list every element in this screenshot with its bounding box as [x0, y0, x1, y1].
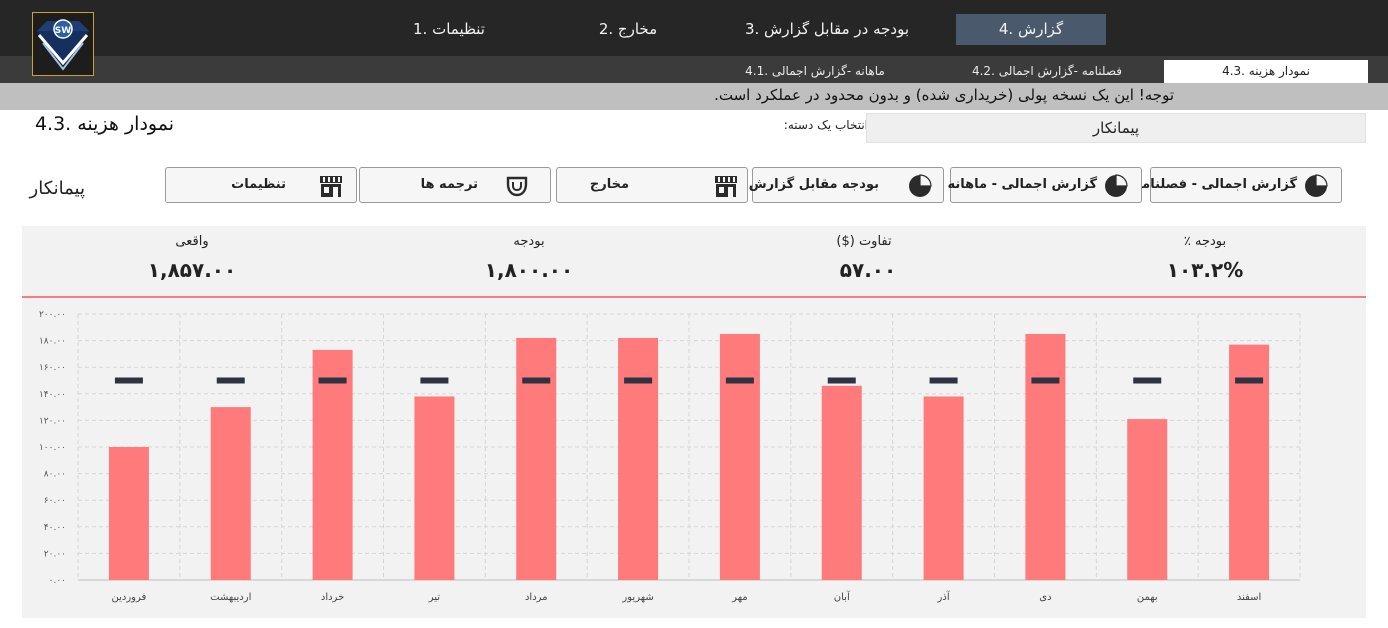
y-tick-label: ۲۰۰.۰۰: [39, 310, 66, 320]
budget-marker: [725, 377, 754, 384]
nav-tab-settings[interactable]: تنظیمات .1: [364, 14, 534, 45]
logo-text: SW: [55, 26, 71, 36]
budget-marker: [1235, 377, 1264, 384]
translations-button[interactable]: ترجمه ها: [359, 167, 551, 203]
budget-marker: [929, 377, 958, 384]
app-logo: SW: [32, 12, 94, 76]
kpi-budget-value: ۱,۸۰۰.۰۰: [484, 258, 574, 282]
sub-navigation-bar: ماهانه -گزارش اجمالی .4.1 فصلنامه -گزارش…: [0, 56, 1388, 83]
diamond-logo-icon: SW: [37, 19, 89, 71]
bar-chart: ۰.۰۰ ۲۰.۰۰ ۴۰.۰۰ ۶۰.۰۰ ۸۰.۰۰ ۱۰۰.۰۰ ۱۲۰.۰۰ ۱۴۰.…: [39, 310, 1301, 603]
budget-marker: [1031, 377, 1060, 384]
kpi-actual-value: ۱,۸۵۷.۰۰: [147, 258, 237, 282]
budget-marker: [216, 377, 245, 384]
monthly-summary-button[interactable]: گزارش اجمالی - ماهانه: [947, 167, 1142, 203]
x-tick-label: آذر: [937, 590, 951, 603]
x-tick-label: اسفند: [1237, 592, 1261, 603]
category-select-value: پیمانکار: [1092, 119, 1140, 137]
actual-bar: [618, 337, 659, 580]
actual-bar: [1127, 419, 1168, 580]
expenses-label: مخارج: [589, 177, 629, 192]
y-tick-label: ۴۰.۰۰: [44, 523, 66, 533]
x-tick-label: مرداد: [525, 592, 548, 603]
notice-text: توجه! این یک نسخه پولی (خریداری شده) و ب…: [714, 86, 1174, 104]
pie-chart-icon: [909, 174, 932, 197]
kpi-budget-pct-value: ۱۰۳.۲%: [1166, 258, 1244, 282]
subtab-cost-chart[interactable]: نمودار هزینه .4.3: [1164, 60, 1368, 83]
nav-tab-report[interactable]: گزارش .4: [956, 14, 1106, 45]
notice-bar: توجه! این یک نسخه پولی (خریداری شده) و ب…: [0, 83, 1388, 110]
subtab-monthly-summary[interactable]: ماهانه -گزارش اجمالی .4.1: [700, 60, 930, 83]
nav-tab-budget-vs-report[interactable]: بودجه در مقابل گزارش .3: [722, 14, 932, 45]
actual-bar: [821, 385, 862, 580]
y-tick-label: ۱۸۰.۰۰: [39, 337, 66, 347]
budget-marker: [1133, 377, 1162, 384]
quarterly-summary-label: گزارش اجمالی - فصلنامه: [1134, 177, 1297, 192]
y-tick-label: ۲۰.۰۰: [44, 549, 66, 559]
monthly-summary-label: گزارش اجمالی - ماهانه: [947, 177, 1097, 192]
actual-bar: [923, 396, 964, 580]
x-tick-label: بهمن: [1137, 592, 1158, 603]
actual-bar: [516, 337, 557, 580]
actual-bar: [414, 396, 455, 580]
top-navigation-bar: تنظیمات .1 مخارج .2 بودجه در مقابل گزارش…: [0, 0, 1388, 56]
y-tick-label: ۱۰۰.۰۰: [39, 443, 66, 453]
x-tick-label: دی: [1039, 592, 1051, 603]
x-tick-label: تیر: [428, 592, 441, 603]
budget-vs-report-button[interactable]: بودجه مقابل گزارش: [748, 167, 944, 203]
x-tick-label: آبان: [834, 590, 851, 603]
kpi-diff-value: ۵۷.۰۰: [839, 258, 897, 282]
y-tick-label: ۱۲۰.۰۰: [39, 416, 66, 426]
actual-bar: [719, 333, 760, 580]
settings-label: تنظیمات: [231, 177, 286, 192]
nav-tab-expenses[interactable]: مخارج .2: [548, 14, 708, 45]
x-tick-label: مهر: [731, 592, 747, 603]
page-title: نمودار هزینه .4.3: [34, 113, 174, 135]
budget-marker: [827, 377, 856, 384]
x-tick-label: خرداد: [321, 592, 344, 603]
translate-icon: [506, 176, 528, 197]
x-tick-label: فروردین: [112, 592, 147, 603]
y-tick-label: ۶۰.۰۰: [44, 496, 66, 506]
category-select-label: انتخاب یک دسته:: [783, 118, 868, 132]
budget-marker: [420, 377, 449, 384]
x-tick-label: اردیبهشت: [210, 592, 251, 603]
expenses-button[interactable]: مخارج: [556, 167, 748, 203]
budget-vs-report-label: بودجه مقابل گزارش: [748, 177, 879, 192]
actual-bar: [108, 447, 149, 580]
budget-marker: [318, 377, 347, 384]
category-select[interactable]: پیمانکار: [866, 113, 1366, 143]
x-tick-label: شهریور: [621, 592, 653, 603]
pie-chart-icon: [1105, 174, 1128, 197]
budget-marker: [114, 377, 143, 384]
actual-bar: [210, 407, 251, 580]
translations-label: ترجمه ها: [420, 177, 478, 192]
kpi-diff-title: تفاوت ($): [836, 234, 892, 249]
store-icon: [320, 176, 342, 197]
pie-chart-icon: [1305, 174, 1328, 197]
y-tick-label: ۱۴۰.۰۰: [39, 390, 66, 400]
settings-button[interactable]: تنظیمات: [165, 167, 357, 203]
budget-marker: [522, 377, 551, 384]
store-icon: [715, 176, 737, 197]
chart-panel: واقعی ۱,۸۵۷.۰۰ بودجه ۱,۸۰۰.۰۰ تفاوت ($) …: [22, 226, 1366, 618]
kpi-budget-title: بودجه: [513, 234, 545, 249]
category-heading: پیمانکار: [29, 178, 85, 199]
actual-bar: [312, 349, 353, 580]
y-tick-label: ۰.۰۰: [49, 576, 66, 586]
quarterly-summary-button[interactable]: گزارش اجمالی - فصلنامه: [1134, 167, 1342, 203]
kpi-actual-title: واقعی: [175, 234, 209, 249]
budget-marker: [624, 377, 653, 384]
kpi-budget-pct-title: بودجه ٪: [1183, 234, 1227, 249]
y-tick-label: ۸۰.۰۰: [44, 470, 66, 480]
y-tick-label: ۱۶۰.۰۰: [39, 363, 66, 373]
actual-bar: [1025, 333, 1066, 580]
subtab-quarterly-summary[interactable]: فصلنامه -گزارش اجمالی .4.2: [932, 60, 1162, 83]
